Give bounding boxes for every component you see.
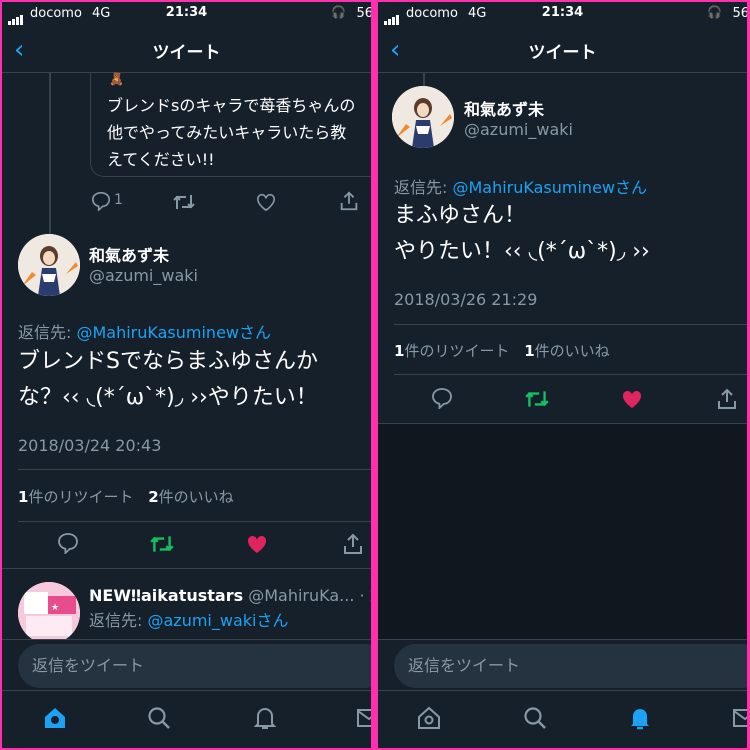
- divider: [18, 521, 371, 522]
- retweet-stat[interactable]: 1件のリツイート: [18, 488, 133, 506]
- retweets-number: 1: [18, 488, 29, 506]
- page-title: ツイート: [528, 43, 597, 63]
- engagement-counts: 1件のリツイート 1件のいいね: [394, 340, 610, 361]
- divider: [394, 374, 747, 375]
- reply-to-link[interactable]: @MahiruKasuminewさん: [76, 323, 271, 342]
- quote-avatar-icon: 🧸: [109, 72, 124, 86]
- composer-bar: 返信をツイート: [2, 639, 371, 691]
- reply-to-label: 返信先:: [394, 178, 453, 197]
- reply-to-label: 返信先:: [18, 323, 77, 342]
- composer-bar: 返信をツイート: [378, 639, 747, 691]
- like-stat[interactable]: 2件のいいね: [148, 488, 233, 506]
- retweets-number: 1: [394, 342, 405, 360]
- headphones-icon: 🎧: [331, 5, 346, 19]
- author-handle[interactable]: @azumi_waki: [89, 266, 198, 285]
- likes-number: 2: [148, 488, 159, 506]
- notifications-icon[interactable]: [252, 705, 278, 735]
- retweets-label: 件のリツイート: [28, 488, 134, 506]
- home-icon[interactable]: [416, 705, 442, 735]
- reply-icon[interactable]: [56, 532, 80, 558]
- reply-author-handle: @MahiruKa... · 2日: [248, 586, 371, 605]
- avatar[interactable]: [392, 86, 454, 148]
- quoted-tweet[interactable]: 🧸 ブレンドsのキャラで苺香ちゃんの 他でやってみたいキャラいたら教 えてくださ…: [90, 72, 371, 177]
- retweet-icon[interactable]: [172, 192, 196, 216]
- tweet-timestamp: 2018/03/26 21:29: [394, 290, 538, 309]
- reply-author-name[interactable]: NEW‼aikatustars: [89, 586, 243, 605]
- search-icon[interactable]: [522, 705, 548, 735]
- like-stat[interactable]: 1件のいいね: [524, 342, 609, 360]
- retweet-icon[interactable]: [149, 533, 175, 559]
- battery-level: 56: [732, 6, 747, 21]
- reply-to-link[interactable]: @azumi_wakiさん: [147, 611, 288, 630]
- likes-label: 件のいいね: [158, 488, 234, 506]
- headphones-icon: 🎧: [707, 5, 722, 19]
- share-icon[interactable]: [338, 190, 360, 216]
- reply-to-label: 返信先:: [89, 611, 148, 630]
- messages-icon[interactable]: [732, 705, 747, 735]
- tab-bar: [378, 690, 747, 748]
- retweet-icon[interactable]: [524, 388, 550, 414]
- divider: [2, 568, 371, 569]
- engagement-counts: 1件のリツイート 2件のいいね: [18, 486, 234, 507]
- like-icon[interactable]: [245, 533, 269, 559]
- share-icon[interactable]: [341, 532, 365, 560]
- author-handle[interactable]: @azumi_waki: [464, 120, 573, 139]
- status-bar: docomo 4G 21:34 🎧 56: [2, 2, 371, 26]
- nav-bar: ‹ ツイート: [378, 28, 747, 73]
- reply-to: 返信先: @MahiruKasuminewさん: [18, 319, 271, 343]
- reply-to: 返信先: @MahiruKasuminewさん: [394, 174, 647, 198]
- reply-count: 1: [114, 192, 123, 208]
- reply-to: 返信先: @azumi_wakiさん: [89, 607, 288, 631]
- messages-icon[interactable]: [356, 705, 371, 735]
- like-icon[interactable]: [255, 192, 277, 216]
- thread-line: [49, 72, 51, 234]
- thread-line: [423, 72, 425, 86]
- reply-input[interactable]: 返信をツイート: [18, 644, 371, 688]
- divider: [18, 469, 371, 470]
- nav-bar: ‹ ツイート: [2, 28, 371, 73]
- reply-icon[interactable]: [430, 387, 454, 413]
- likes-label: 件のいいね: [534, 342, 610, 360]
- reply-icon[interactable]: [90, 191, 112, 215]
- empty-area: [378, 423, 747, 640]
- avatar[interactable]: ★: [18, 582, 80, 644]
- search-icon[interactable]: [146, 705, 172, 735]
- battery-level: 56: [356, 6, 371, 21]
- author-name[interactable]: 和氣あず未: [464, 96, 544, 120]
- share-icon[interactable]: [715, 387, 739, 415]
- clock: 21:34: [541, 5, 584, 20]
- right-screenshot: docomo 4G 21:34 🎧 56 ‹ ツイート 和氣あず未 @azumi…: [378, 2, 747, 748]
- tweet-text: ブレンドSでならまふゆさんか な？‹‹ ◟(*´ω`*)◞ ››やりたい！: [18, 349, 318, 410]
- status-bar: docomo 4G 21:34 🎧 56: [378, 2, 747, 26]
- reply-to-link[interactable]: @MahiruKasuminewさん: [452, 178, 647, 197]
- reply-author-line: NEW‼aikatustars @MahiruKa... · 2日: [89, 582, 371, 606]
- like-icon[interactable]: [620, 388, 644, 414]
- likes-number: 1: [524, 342, 535, 360]
- left-screenshot: docomo 4G 21:34 🎧 56 ‹ ツイート 🧸 ブレンドsのキャラで…: [2, 2, 371, 748]
- clock: 21:34: [165, 5, 208, 20]
- quote-text: ブレンドsのキャラで苺香ちゃんの 他でやってみたいキャラいたら教 えてください!…: [107, 96, 356, 169]
- author-name[interactable]: 和氣あず未: [89, 242, 169, 266]
- divider: [394, 324, 747, 325]
- reply-input[interactable]: 返信をツイート: [394, 644, 747, 688]
- notifications-icon[interactable]: [627, 705, 653, 735]
- tweet-timestamp: 2018/03/24 20:43: [18, 436, 162, 455]
- retweets-label: 件のリツイート: [404, 342, 510, 360]
- home-icon[interactable]: [42, 705, 68, 735]
- avatar[interactable]: [18, 234, 80, 296]
- svg-text:★: ★: [51, 603, 59, 613]
- page-title: ツイート: [152, 43, 221, 63]
- tab-bar: [2, 690, 371, 748]
- retweet-stat[interactable]: 1件のリツイート: [394, 342, 509, 360]
- tweet-text: まふゆさん！ やりたい！‹‹ ◟(*´ω`*)◞ ››: [394, 203, 650, 264]
